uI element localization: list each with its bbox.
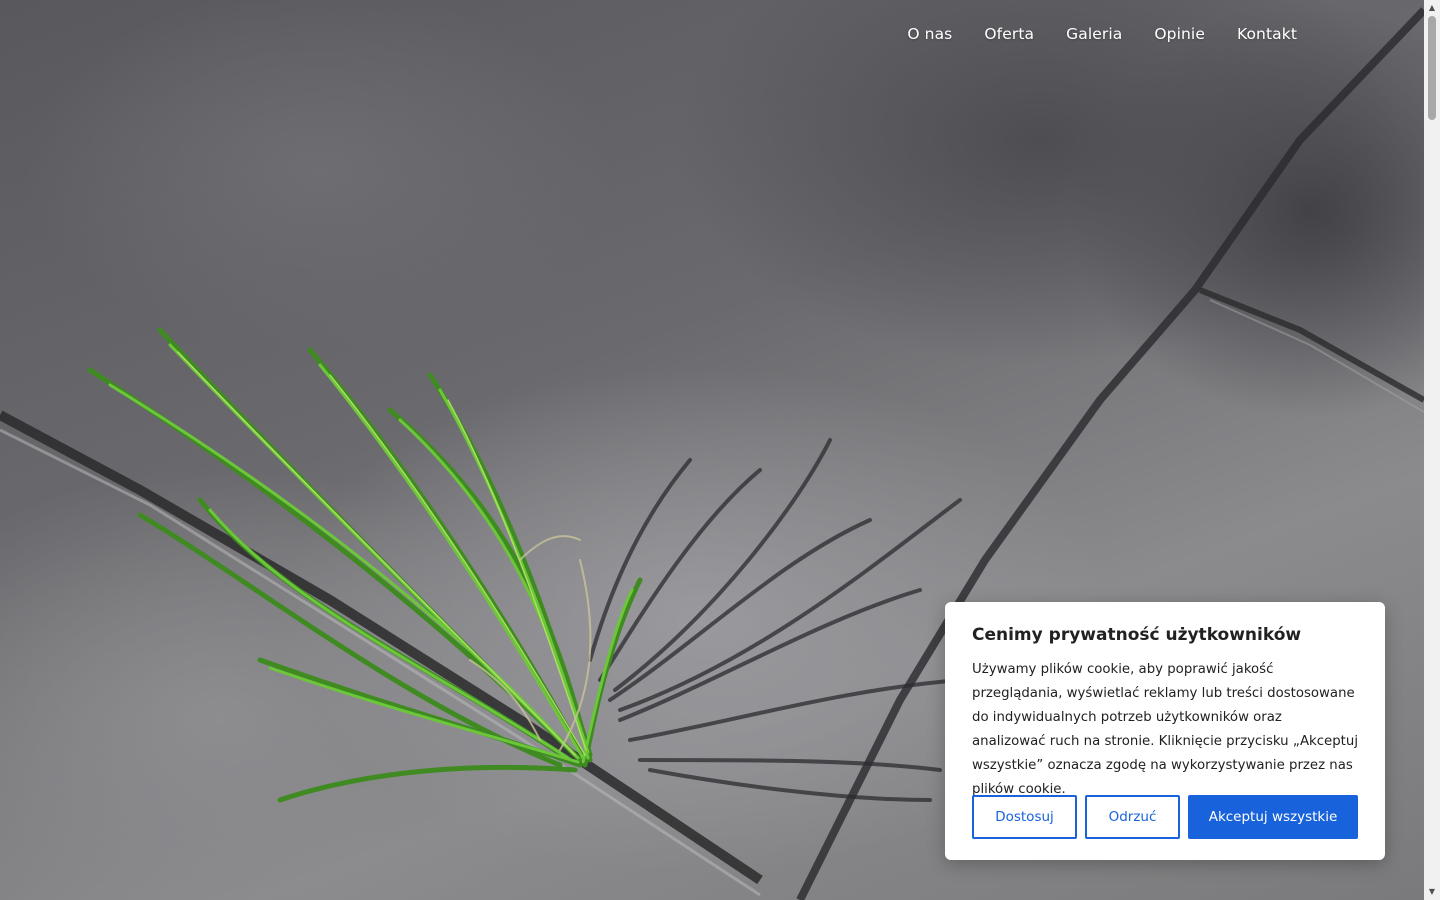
cookie-banner-text: Używamy plików cookie, aby poprawić jako… [972,662,1359,797]
cookie-banner-title: Cenimy prywatność użytkowników [972,625,1302,645]
nav-item-kontakt[interactable]: Kontakt [1237,22,1297,46]
page-scrollbar[interactable]: ▲ ▼ [1424,0,1440,900]
scroll-up-arrow-icon[interactable]: ▲ [1424,0,1440,16]
reject-button[interactable]: Odrzuć [1085,795,1180,839]
scrollbar-thumb[interactable] [1428,16,1436,120]
nav-item-galeria[interactable]: Galeria [1066,22,1122,46]
nav-item-opinie[interactable]: Opinie [1154,22,1205,46]
customize-button[interactable]: Dostosuj [972,795,1077,839]
accept-all-button[interactable]: Akceptuj wszystkie [1188,795,1358,839]
nav-item-o-nas[interactable]: O nas [907,22,952,46]
nav-item-oferta[interactable]: Oferta [984,22,1034,46]
main-nav: O nas Oferta Galeria Opinie Kontakt [907,22,1297,46]
cookie-banner-buttons: Dostosuj Odrzuć Akceptuj wszystkie [972,795,1358,839]
cookie-consent-banner: Cenimy prywatność użytkowników Używamy p… [945,602,1385,860]
scroll-down-arrow-icon[interactable]: ▼ [1424,884,1440,900]
